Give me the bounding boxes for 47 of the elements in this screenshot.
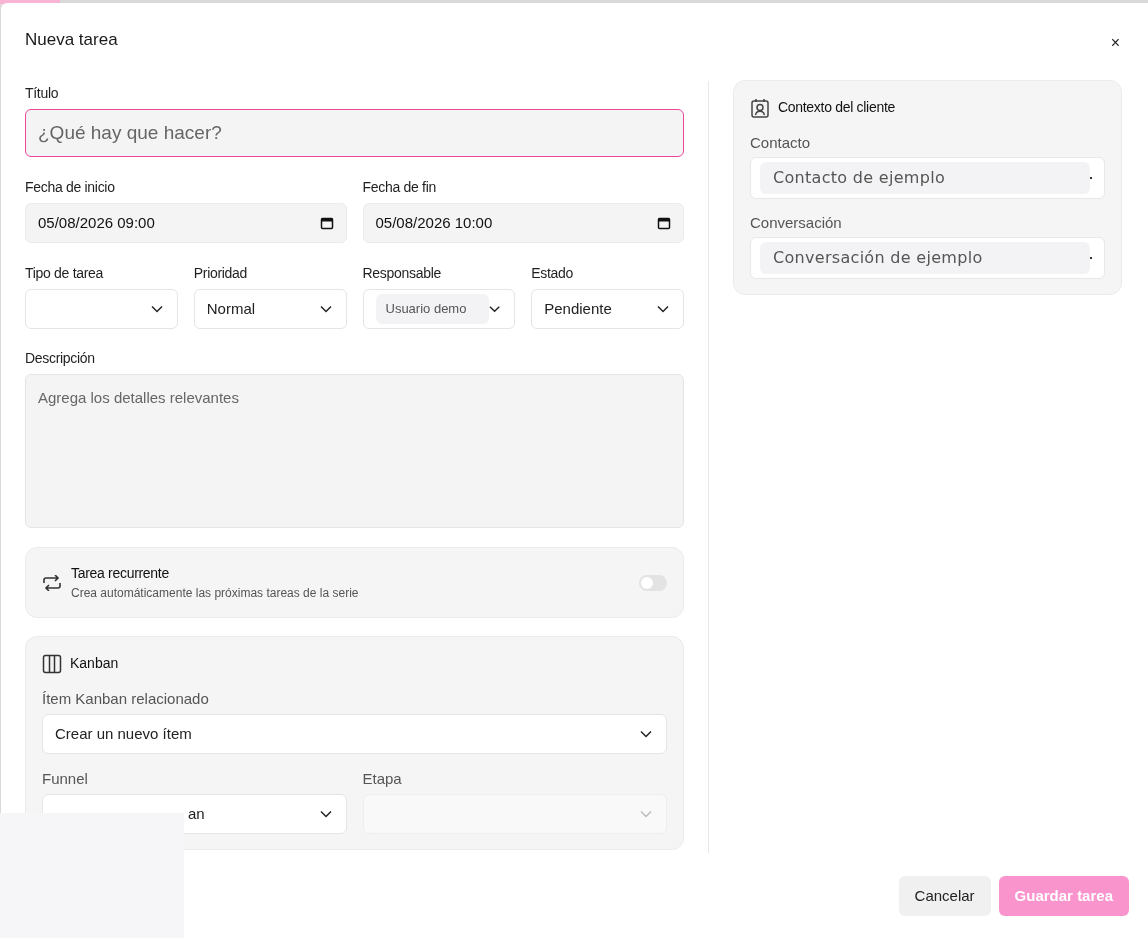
field-label: Responsable: [362, 265, 442, 281]
select-field[interactable]: Conversación de ejemplo: [750, 237, 1105, 279]
chevron-down-icon: [640, 730, 652, 738]
close-button[interactable]: ×: [1110, 31, 1120, 55]
calendar-icon: [319, 216, 334, 230]
dialog-title: Nueva tarea: [25, 29, 118, 52]
kanban-title: Kanban: [70, 654, 119, 673]
chevron-down-icon: [150, 305, 163, 313]
context-title: Contexto del cliente: [778, 98, 895, 117]
cancel-button[interactable]: Cancelar: [898, 876, 991, 916]
field-label: Contacto: [750, 134, 812, 152]
select-field[interactable]: Crear un nuevo ítem: [42, 714, 667, 754]
date-time-field[interactable]: 05/08/2026 09:00: [25, 203, 347, 243]
chevron-down-icon: [657, 305, 669, 313]
field-label: Estado: [531, 265, 575, 281]
select-field[interactable]: Normal: [193, 289, 347, 329]
contact-card-icon: [750, 97, 770, 118]
select-field[interactable]: Contacto de ejemplo: [750, 157, 1105, 199]
toggle-switch[interactable]: [639, 574, 667, 591]
field-label: Fecha de inicio: [25, 179, 116, 195]
field-label: Título: [25, 85, 60, 101]
recurring-subtitle: Crea automáticamente las próximas tareas de la serie: [71, 585, 359, 602]
user-chip[interactable]: Usuario demo: [375, 294, 490, 324]
select-field[interactable]: Pendiente: [531, 289, 684, 329]
columns-icon: [42, 653, 62, 674]
field-label: Descripción: [25, 350, 96, 366]
field-label: Funnel: [42, 770, 89, 788]
select-field[interactable]: Usuario demo: [362, 289, 516, 329]
description-textarea[interactable]: Agrega los detalles relevantes: [25, 374, 684, 528]
field-label: Tipo de tarea: [25, 265, 105, 281]
field-label: Ítem Kanban relacionado: [42, 690, 210, 708]
field-label: Fecha de fin: [362, 179, 437, 195]
chevron-down-icon: [640, 810, 652, 818]
selected-chip[interactable]: Conversación de ejemplo: [760, 242, 1090, 274]
recurring-title: Tarea recurrente: [71, 564, 170, 583]
chevron-down-icon: [319, 305, 332, 313]
field-label: Prioridad: [193, 265, 249, 281]
selected-chip[interactable]: Contacto de ejemplo: [760, 162, 1090, 194]
select-field[interactable]: [25, 289, 178, 329]
calendar-icon: [657, 216, 671, 230]
field-label: Etapa: [362, 770, 403, 788]
chevron-down-icon: [319, 810, 332, 818]
date-time-field[interactable]: 05/08/2026 10:00: [362, 203, 684, 243]
title-input[interactable]: ¿Qué hay que hacer?: [25, 109, 684, 157]
field-label: Conversación: [750, 214, 843, 232]
repeat-icon: [42, 574, 62, 591]
chevron-down-icon: [489, 305, 501, 313]
